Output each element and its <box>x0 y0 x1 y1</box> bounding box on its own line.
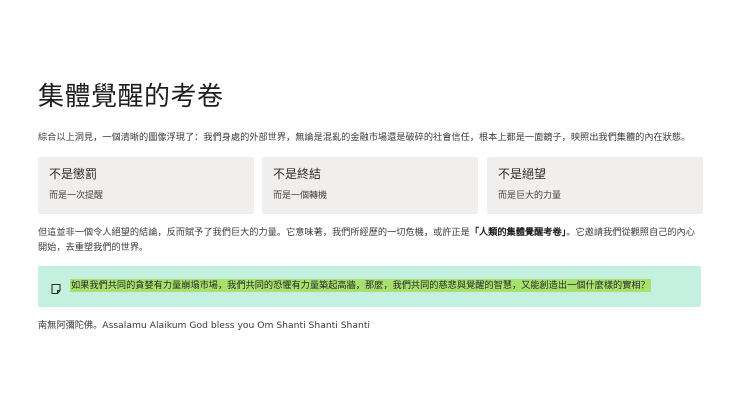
callout-box: 如果我們共同的貪婪有力量崩塌市場，我們共同的恐懼有力量築起高牆，那麼，我們共同的… <box>38 266 701 307</box>
body-paragraph: 但這並非一個令人絕望的結論，反而賦予了我們巨大的力量。它意味著，我們所經歷的一切… <box>38 225 702 255</box>
card-not-punishment: 不是懲罰 而是一次提醒 <box>38 157 254 214</box>
body-text-part1: 但這並非一個令人絕望的結論，反而賦予了我們巨大的力量。它意味著，我們所經歷的一切… <box>38 227 470 238</box>
page: 集體覺醒的考卷 綜合以上洞見，一個清晰的圖像浮現了：我們身處的外部世界，無論是混… <box>0 0 740 416</box>
intro-paragraph: 綜合以上洞見，一個清晰的圖像浮現了：我們身處的外部世界，無論是混亂的金融市場還是… <box>38 132 691 143</box>
card-subtitle: 而是一個轉機 <box>273 191 328 201</box>
page-title: 集體覺醒的考卷 <box>38 82 224 112</box>
card-not-despair: 不是絕望 而是巨大的力量 <box>487 157 703 214</box>
card-subtitle: 而是巨大的力量 <box>498 191 562 201</box>
note-icon <box>50 280 62 295</box>
callout-text: 如果我們共同的貪婪有力量崩塌市場，我們共同的恐懼有力量築起高牆，那麼，我們共同的… <box>70 279 651 292</box>
body-text-bold: 「人類的集體覺醒考卷」 <box>469 227 567 238</box>
blessing-text: 南無阿彌陀佛。Assalamu Alaikum God bless you Om… <box>38 320 370 331</box>
card-title: 不是絕望 <box>498 167 547 181</box>
card-subtitle: 而是一次提醒 <box>49 191 104 201</box>
card-row: 不是懲罰 而是一次提醒 不是終結 而是一個轉機 不是絕望 而是巨大的力量 <box>38 157 703 214</box>
card-title: 不是懲罰 <box>49 167 98 181</box>
card-not-ending: 不是終結 而是一個轉機 <box>262 157 478 214</box>
card-title: 不是終結 <box>273 167 322 181</box>
